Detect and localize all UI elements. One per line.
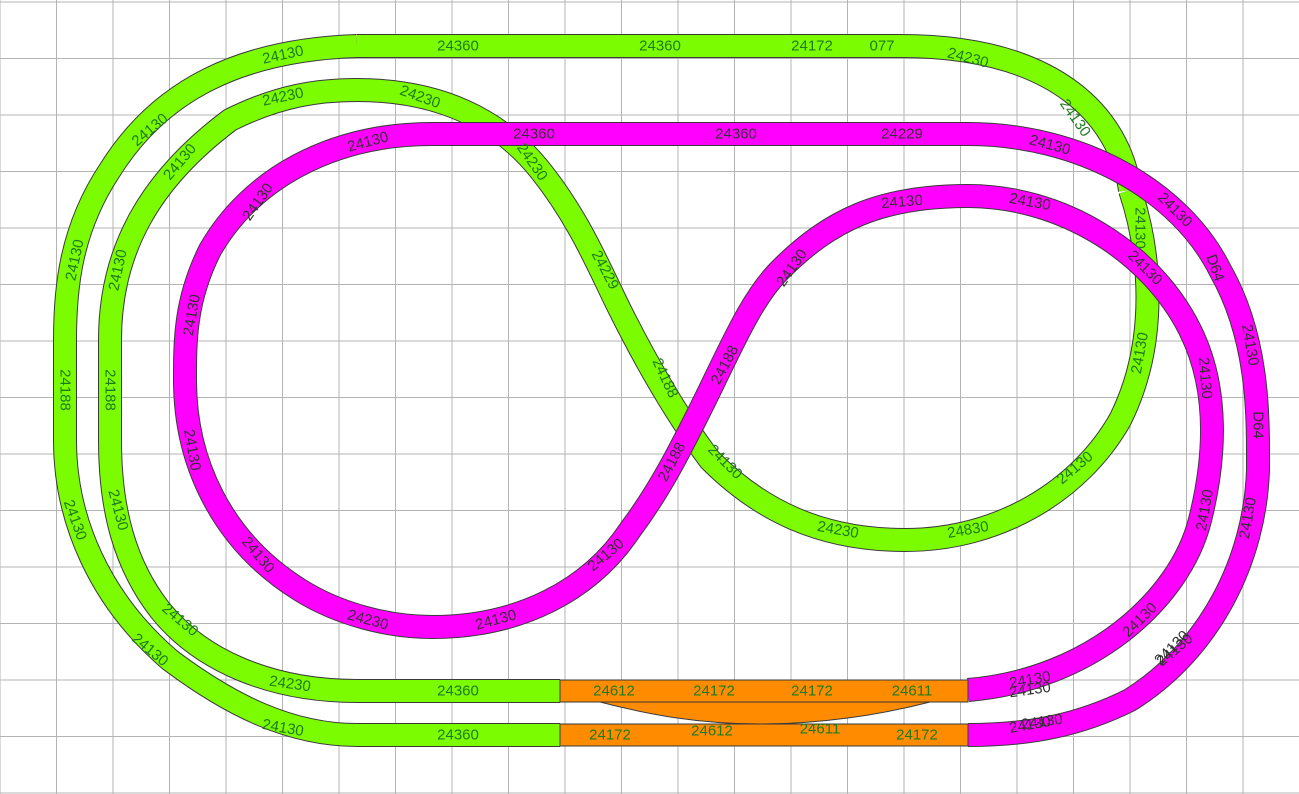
track-label-o-2: 24172: [693, 683, 735, 700]
track-label-o-1: 24612: [593, 683, 635, 700]
track-label-g-top-1: 24360: [437, 38, 479, 55]
green-outer-loop: [53, 34, 1142, 747]
track-label-m-top-1: 24360: [513, 126, 555, 143]
track-label-g-top-4: 077: [869, 38, 894, 55]
track-label-gi-l: 24188: [102, 369, 119, 411]
track-label-o-6: 24612: [691, 723, 733, 740]
track-layout-canvas: 24360 24360 24172 077 24130 24130 24130 24188 24…: [0, 0, 1299, 794]
track-label-m-cr2: 24130: [1195, 356, 1216, 399]
green-tracks: [53, 34, 1160, 747]
track-label-o-4: 24611: [892, 683, 933, 700]
track-label-gi-bot: 24360: [437, 683, 479, 700]
track-label-g-top-3: 24172: [791, 38, 833, 55]
track-label-o-3: 24172: [791, 683, 833, 700]
orange-crossover: [599, 701, 931, 725]
track-label-o-7: 24611: [800, 721, 841, 738]
track-label-o-5: 24172: [589, 727, 631, 744]
track-label-gi-r3: 24130: [1132, 207, 1149, 249]
track-label-m-top-3: 24229: [881, 126, 923, 143]
track-label-m-d2: D64: [1250, 411, 1267, 439]
track-label-m-top-2: 24360: [715, 126, 757, 143]
track-label-g-bot-1: 24360: [437, 727, 479, 744]
track-label-o-8: 24172: [896, 727, 938, 744]
track-label-g-left-s: 24188: [57, 369, 74, 411]
track-label-g-top-2: 24360: [639, 38, 681, 55]
track-label-m-ct1: 24130: [880, 192, 923, 213]
